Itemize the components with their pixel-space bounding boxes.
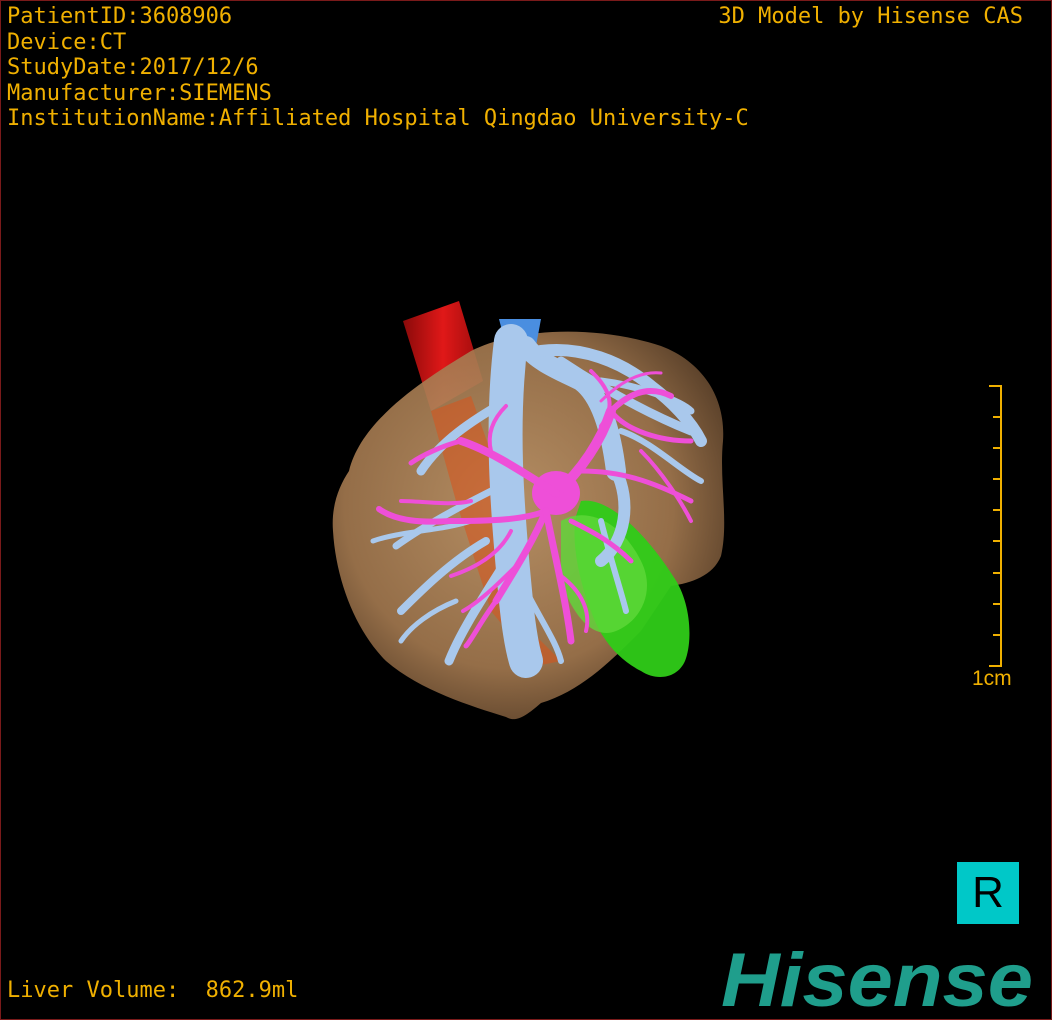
- scale-bar: [989, 385, 1002, 667]
- 3d-viewport[interactable]: PatientID:3608906 Device:CT StudyDate:20…: [0, 0, 1052, 1020]
- patient-id-text: PatientID:3608906: [7, 4, 233, 29]
- study-date-text: StudyDate:2017/12/6: [7, 55, 259, 80]
- logo-text: Hisense: [721, 938, 1033, 1014]
- institution-text: InstitutionName:Affiliated Hospital Qing…: [7, 106, 749, 131]
- manufacturer-text: Manufacturer:SIEMENS: [7, 80, 272, 106]
- study-info-overlay: PatientID:3608906 Device:CT StudyDate:20…: [7, 4, 749, 132]
- liver-3d-model[interactable]: [1, 1, 1052, 1020]
- scale-label: 1cm: [972, 667, 1012, 690]
- orientation-marker[interactable]: R: [957, 862, 1019, 924]
- hisense-logo: Hisense: [721, 938, 1033, 1014]
- device-text: Device:CT: [7, 29, 127, 55]
- liver-volume-text: Liver Volume: 862.9ml: [7, 977, 299, 1003]
- orientation-label: R: [972, 868, 1004, 917]
- model-credit-text: 3D Model by Hisense CAS: [718, 4, 1023, 29]
